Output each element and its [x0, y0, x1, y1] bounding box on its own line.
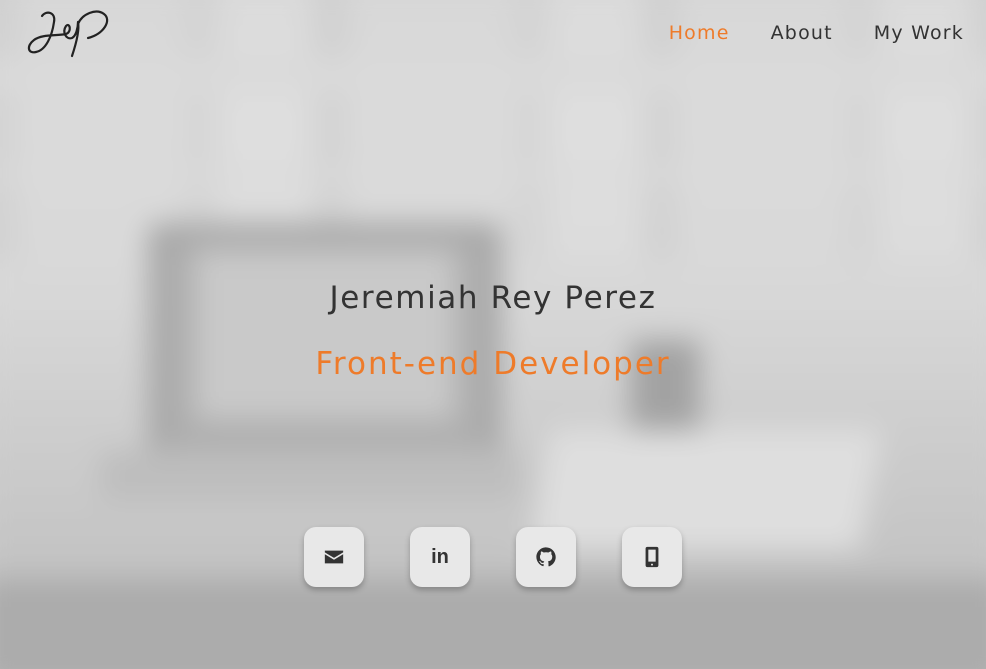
nav-home[interactable]: Home: [669, 22, 730, 44]
linkedin-button[interactable]: in: [410, 527, 470, 587]
phone-button[interactable]: [622, 527, 682, 587]
social-links: in: [304, 527, 682, 587]
page: Home About My Work Jeremiah Rey Perez Fr…: [0, 0, 986, 669]
logo-signature[interactable]: [26, 6, 112, 60]
linkedin-icon: in: [431, 545, 449, 568]
mobile-phone-icon: [645, 546, 659, 568]
hero: Jeremiah Rey Perez Front-end Developer: [0, 280, 986, 382]
github-button[interactable]: [516, 527, 576, 587]
hero-name: Jeremiah Rey Perez: [329, 280, 657, 316]
signature-logo-icon: [27, 10, 109, 58]
main-nav: Home About My Work: [628, 22, 964, 44]
github-icon: [536, 547, 556, 567]
site-header: Home About My Work: [0, 0, 986, 70]
hero-title: Front-end Developer: [315, 346, 671, 382]
envelope-icon: [324, 550, 344, 564]
email-button[interactable]: [304, 527, 364, 587]
nav-my-work[interactable]: My Work: [874, 22, 964, 44]
nav-about[interactable]: About: [771, 22, 833, 44]
